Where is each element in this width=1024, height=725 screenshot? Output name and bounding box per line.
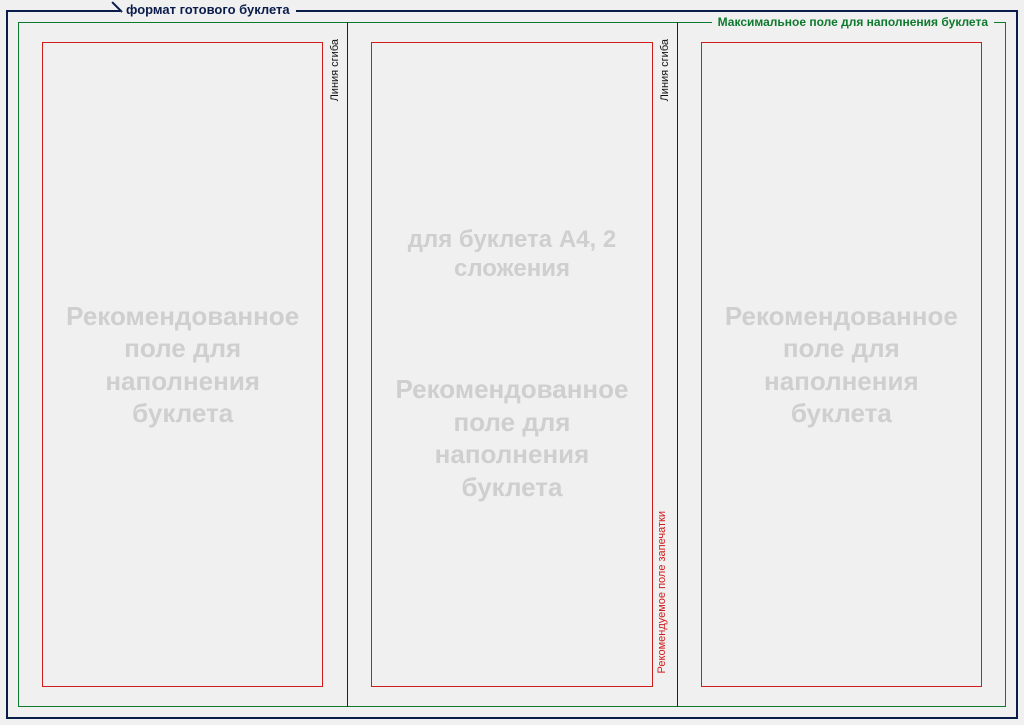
panels-container: Рекомендованное поле для наполнения букл… — [18, 22, 1006, 707]
fill-border-label: Максимальное поле для наполнения буклета — [712, 15, 994, 29]
panel-2-subtitle: для буклета А4, 2 сложения — [382, 226, 641, 284]
content-box-1: Рекомендованное поле для наполнения букл… — [42, 42, 323, 687]
panel-2: для буклета А4, 2 сложения Рекомендованн… — [347, 22, 676, 707]
print-area-label: Рекомендуемое поле запечатки — [656, 511, 668, 673]
panel-3: Рекомендованное поле для наполнения букл… — [677, 22, 1006, 707]
panel-1: Рекомендованное поле для наполнения букл… — [18, 22, 347, 707]
format-border-label: формат готового буклета — [120, 2, 296, 17]
content-box-3: Рекомендованное поле для наполнения букл… — [701, 42, 982, 687]
panel-3-watermark: Рекомендованное поле для наполнения букл… — [712, 300, 971, 430]
fold-line-2 — [677, 22, 678, 707]
fold-line-1 — [347, 22, 348, 707]
content-box-2: для буклета А4, 2 сложения Рекомендованн… — [371, 42, 652, 687]
fold-line-label-1: Линия сгиба — [329, 36, 341, 104]
fold-line-label-2: Линия сгиба — [659, 36, 671, 104]
panel-2-watermark: Рекомендованное поле для наполнения букл… — [382, 373, 641, 503]
corner-tick-icon — [108, 4, 122, 18]
panel-1-watermark: Рекомендованное поле для наполнения букл… — [53, 300, 312, 430]
